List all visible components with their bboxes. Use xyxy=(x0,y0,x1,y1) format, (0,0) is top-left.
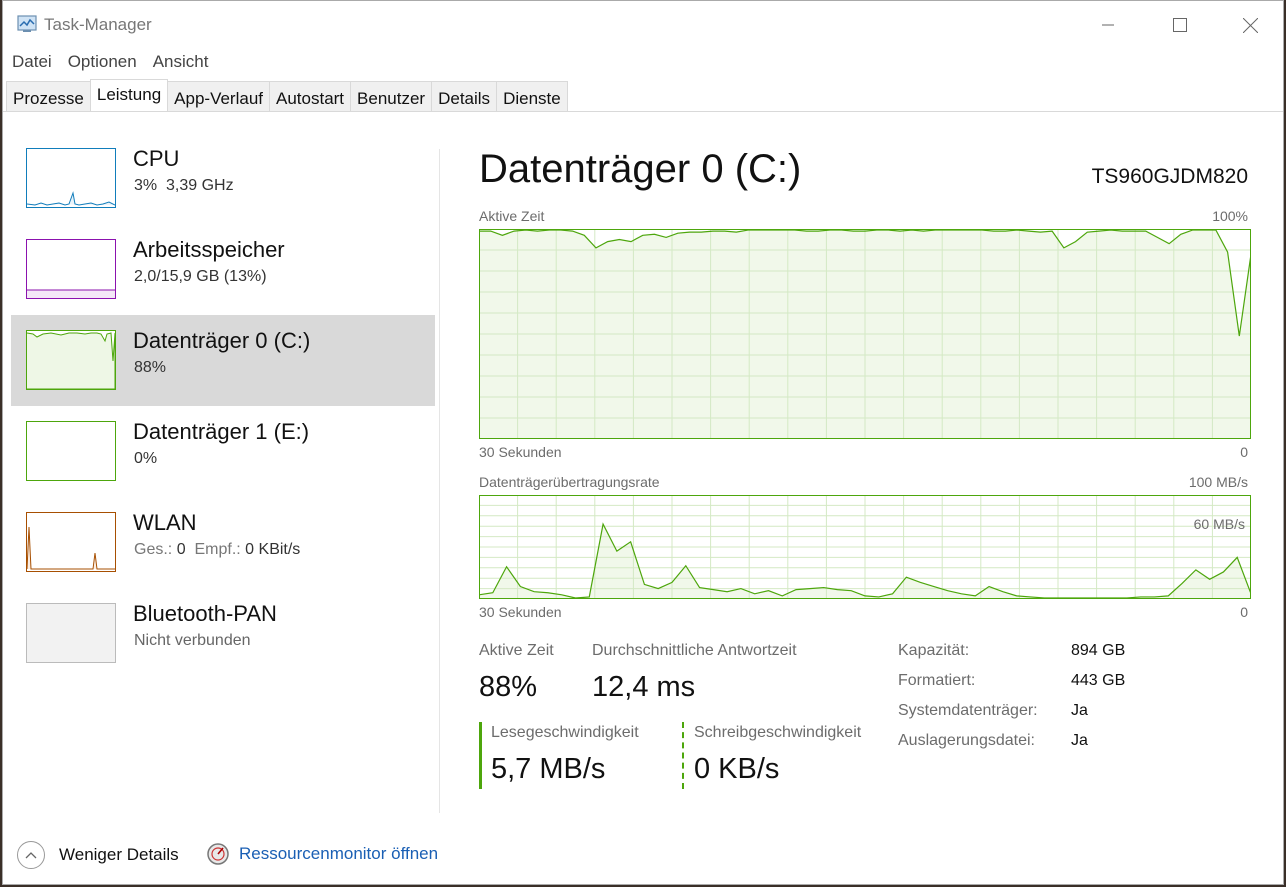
write-speed-value: 0 KB/s xyxy=(694,753,780,785)
sidebar-item-detail: 2,0/15,9 GB (13%) xyxy=(134,268,267,285)
sidebar-item-label: Arbeitsspeicher xyxy=(133,237,285,262)
sidebar-item-wlan[interactable]: WLAN Ges.: 0 Empf.: 0 KBit/s xyxy=(11,497,435,588)
system-disk-label: Systemdatenträger: xyxy=(898,702,1038,719)
graph1-min-label: 0 xyxy=(1240,444,1248,460)
sidebar-item-label: Bluetooth-PAN xyxy=(133,601,277,626)
sidebar-item-label: Datenträger 0 (C:) xyxy=(133,328,311,353)
close-icon xyxy=(1242,17,1258,33)
disk0-mini-graph xyxy=(27,332,115,389)
active-time-value: 88% xyxy=(479,671,538,703)
tab-autostart[interactable]: Autostart xyxy=(269,81,352,112)
disk1-thumbnail xyxy=(26,421,116,481)
wlan-send-label: Ges.: xyxy=(134,541,173,558)
wlan-thumbnail xyxy=(26,512,116,572)
resource-monitor-icon xyxy=(207,843,229,865)
response-time-label: Durchschnittliche Antwortzeit xyxy=(592,642,797,659)
pagefile-value: Ja xyxy=(1071,732,1088,749)
graph1-max-label: 100% xyxy=(1212,208,1248,224)
sidebar-item-label: WLAN xyxy=(133,510,197,535)
sidebar-item-detail: 3% 3,39 GHz xyxy=(134,177,234,194)
capacity-label: Kapazität: xyxy=(898,642,970,659)
write-speed-label: Schreibgeschwindigkeit xyxy=(694,724,862,741)
cpu-thumbnail xyxy=(26,148,116,208)
panel-divider xyxy=(439,149,440,813)
capacity-value: 894 GB xyxy=(1071,642,1126,659)
sidebar-item-bluetooth[interactable]: Bluetooth-PAN Nicht verbunden xyxy=(11,588,435,679)
menu-bar: Datei Optionen Ansicht xyxy=(3,49,1283,77)
graph2-label: Datenträgerübertragungsrate xyxy=(479,474,660,490)
close-button[interactable] xyxy=(1214,1,1286,49)
wlan-send-value: 0 xyxy=(176,541,186,558)
sidebar-item-label: Datenträger 1 (E:) xyxy=(133,419,310,444)
active-time-graph xyxy=(479,229,1251,439)
page-title: Datenträger 0 (C:) xyxy=(479,147,802,191)
sidebar-item-disk-1[interactable]: Datenträger 1 (E:) 0% xyxy=(11,406,435,497)
chevron-up-icon xyxy=(17,841,45,869)
sidebar-item-detail: 88% xyxy=(134,359,167,376)
read-speed-label: Lesegeschwindigkeit xyxy=(491,724,639,741)
wlan-recv-label: Empf.: xyxy=(194,541,241,558)
active-time-label: Aktive Zeit xyxy=(479,642,554,659)
write-speed-marker xyxy=(682,722,684,789)
sidebar-item-detail: Nicht verbunden xyxy=(134,632,251,649)
device-list: CPU 3% 3,39 GHz Arbeitsspeicher 2,0/15,9… xyxy=(11,133,435,679)
menu-optionen[interactable]: Optionen xyxy=(59,49,144,77)
fewer-details-label: Weniger Details xyxy=(59,845,179,864)
sidebar-item-memory[interactable]: Arbeitsspeicher 2,0/15,9 GB (13%) xyxy=(11,224,435,315)
resource-monitor-label: Ressourcenmonitor öffnen xyxy=(239,844,439,863)
graph1-time-label: 30 Sekunden xyxy=(479,444,562,460)
graph2-max-label: 100 MB/s xyxy=(1188,474,1248,490)
maximize-button[interactable] xyxy=(1144,1,1216,49)
disk-model: TS960GJDM820 xyxy=(1091,165,1248,188)
wlan-recv-value: 0 KBit/s xyxy=(245,541,301,558)
cpu-mini-graph xyxy=(27,191,115,206)
tab-benutzer[interactable]: Benutzer xyxy=(350,81,433,112)
transfer-rate-graph xyxy=(479,495,1251,599)
minimize-button[interactable] xyxy=(1072,1,1144,49)
read-speed-value: 5,7 MB/s xyxy=(491,753,606,785)
memory-thumbnail xyxy=(26,239,116,299)
disk0-thumbnail xyxy=(26,330,116,390)
sidebar-item-disk-0[interactable]: Datenträger 0 (C:) 88% xyxy=(11,315,435,406)
menu-ansicht[interactable]: Ansicht xyxy=(144,49,216,77)
sidebar-item-cpu[interactable]: CPU 3% 3,39 GHz xyxy=(11,133,435,224)
tab-prozesse[interactable]: Prozesse xyxy=(6,81,91,112)
bluetooth-thumbnail xyxy=(26,603,116,663)
task-manager-icon xyxy=(17,15,37,32)
maximize-icon xyxy=(1173,18,1187,32)
sidebar-item-label: CPU xyxy=(133,146,180,171)
pagefile-label: Auslagerungsdatei: xyxy=(898,732,1035,749)
task-manager-window: Task-Manager Datei Optionen Ansicht Proz… xyxy=(2,0,1284,885)
graph2-mid-label: 60 MB/s xyxy=(1193,516,1245,532)
menu-datei[interactable]: Datei xyxy=(3,49,59,77)
memory-mini-graph xyxy=(27,289,115,298)
response-time-value: 12,4 ms xyxy=(592,671,696,703)
tab-app-verlauf[interactable]: App-Verlauf xyxy=(167,81,270,112)
graph2-time-label: 30 Sekunden xyxy=(479,604,562,620)
read-speed-marker xyxy=(479,722,482,789)
formatted-value: 443 GB xyxy=(1071,672,1126,689)
wlan-mini-graph xyxy=(27,526,115,570)
title-bar: Task-Manager xyxy=(3,1,1283,49)
resource-monitor-link[interactable]: Ressourcenmonitor öffnen xyxy=(206,842,438,866)
sidebar-item-detail: 0% xyxy=(134,450,158,467)
tab-details[interactable]: Details xyxy=(431,81,498,112)
tab-divider xyxy=(3,111,1283,112)
formatted-label: Formatiert: xyxy=(898,672,976,689)
tab-leistung[interactable]: Leistung xyxy=(89,79,169,112)
graph1-label: Aktive Zeit xyxy=(479,208,545,224)
window-title: Task-Manager xyxy=(44,15,152,34)
minimize-icon xyxy=(1102,24,1114,26)
fewer-details-button[interactable]: Weniger Details xyxy=(17,841,179,869)
tab-bar: Prozesse Leistung App-Verlauf Autostart … xyxy=(6,79,568,112)
system-disk-value: Ja xyxy=(1071,702,1088,719)
tab-dienste[interactable]: Dienste xyxy=(496,81,568,112)
graph2-min-label: 0 xyxy=(1240,604,1248,620)
sidebar-item-detail: Ges.: 0 Empf.: 0 KBit/s xyxy=(134,541,300,559)
